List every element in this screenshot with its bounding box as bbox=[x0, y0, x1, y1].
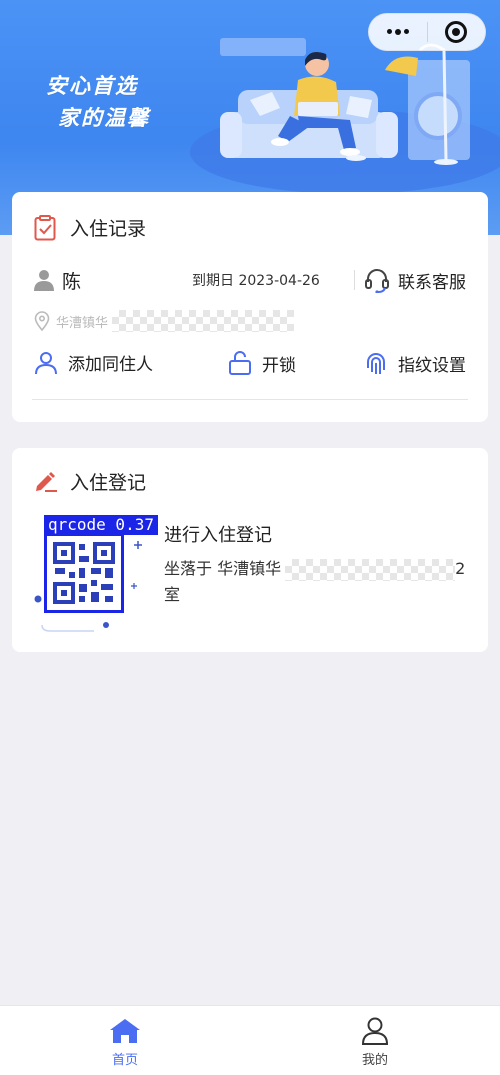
address-redacted bbox=[112, 310, 295, 332]
tenant-row-divider bbox=[354, 270, 355, 290]
unlock-label: 开锁 bbox=[262, 355, 296, 376]
headset-icon bbox=[365, 269, 389, 293]
register-card-title: 入住登记 bbox=[70, 472, 147, 494]
person-icon bbox=[34, 270, 54, 291]
close-mini-program-button[interactable] bbox=[428, 14, 486, 50]
mini-program-capsule bbox=[368, 13, 486, 51]
register-action-title[interactable]: 进行入住登记 bbox=[164, 521, 272, 547]
qrcode-icon bbox=[53, 542, 115, 604]
checkin-actions: 添加同住人 开锁 指纹设置 bbox=[34, 350, 474, 380]
register-card-header: 入住登记 bbox=[34, 468, 146, 495]
fingerprint-settings-button[interactable]: 指纹设置 bbox=[364, 350, 466, 376]
add-cohabitant-button[interactable]: 添加同住人 bbox=[34, 350, 153, 375]
expire-date: 到期日 2023-04-26 bbox=[192, 273, 320, 289]
checkin-register-card: 入住登记 qrcode 0.37 进行入住登记 坐落于 华漕镇华 2 室 bbox=[12, 448, 488, 652]
qrcode-detection-label: qrcode 0.37 bbox=[44, 515, 158, 535]
address-row: 华漕镇华 bbox=[34, 310, 295, 332]
more-dots-icon bbox=[386, 29, 409, 35]
add-cohabitant-label: 添加同住人 bbox=[68, 355, 153, 375]
user-icon bbox=[361, 1017, 389, 1045]
contact-support-label: 联系客服 bbox=[398, 272, 466, 293]
banner-slogan: 安心首选 家的温馨 bbox=[46, 70, 150, 134]
address-text: 华漕镇华 bbox=[56, 315, 109, 331]
unlock-button[interactable]: 开锁 bbox=[228, 350, 296, 376]
bottom-tabbar: 首页 我的 bbox=[0, 1005, 500, 1075]
target-circle-icon bbox=[445, 21, 468, 43]
slogan-line-1: 安心首选 bbox=[46, 74, 138, 98]
register-address-prefix: 坐落于 华漕镇华 bbox=[164, 559, 282, 578]
fingerprint-settings-label: 指纹设置 bbox=[398, 355, 466, 376]
tab-home[interactable]: 首页 bbox=[0, 1006, 250, 1075]
checkin-card-divider bbox=[32, 399, 468, 400]
fingerprint-icon bbox=[367, 353, 385, 374]
slogan-line-2: 家的温馨 bbox=[58, 106, 150, 130]
qrcode-detection-box bbox=[44, 533, 124, 613]
tenant-name: 陈 bbox=[62, 270, 82, 293]
person-add-icon bbox=[35, 351, 57, 374]
clipboard-check-icon bbox=[34, 214, 56, 240]
checkin-record-card: 入住记录 陈 到期日 2023-04-26 联系客服 华漕镇华 添加同住人 开锁… bbox=[12, 192, 488, 422]
page-root: 安心首选 家的温馨 入住记录 陈 到期日 2023-04-26 联系客服 华漕镇… bbox=[0, 0, 500, 1075]
more-button[interactable] bbox=[369, 14, 427, 50]
tenant-row: 陈 到期日 2023-04-26 联系客服 bbox=[34, 266, 474, 294]
checkin-card-header: 入住记录 bbox=[34, 214, 146, 241]
contact-support-button[interactable]: 联系客服 bbox=[364, 267, 466, 293]
location-pin-icon bbox=[34, 311, 50, 331]
unlock-icon bbox=[229, 351, 251, 375]
qrcode-area[interactable]: qrcode 0.37 bbox=[34, 513, 158, 635]
tab-mine-label: 我的 bbox=[361, 1053, 388, 1068]
register-address: 坐落于 华漕镇华 2 室 bbox=[164, 556, 474, 608]
tab-mine[interactable]: 我的 bbox=[250, 1006, 500, 1075]
tab-home-label: 首页 bbox=[111, 1053, 138, 1068]
register-address-redacted bbox=[285, 558, 456, 581]
register-address-suffix: 2 bbox=[455, 559, 466, 578]
pen-icon bbox=[36, 471, 57, 492]
checkin-card-title: 入住记录 bbox=[70, 218, 147, 240]
register-address-line2: 室 bbox=[164, 585, 181, 604]
home-icon bbox=[110, 1019, 140, 1043]
